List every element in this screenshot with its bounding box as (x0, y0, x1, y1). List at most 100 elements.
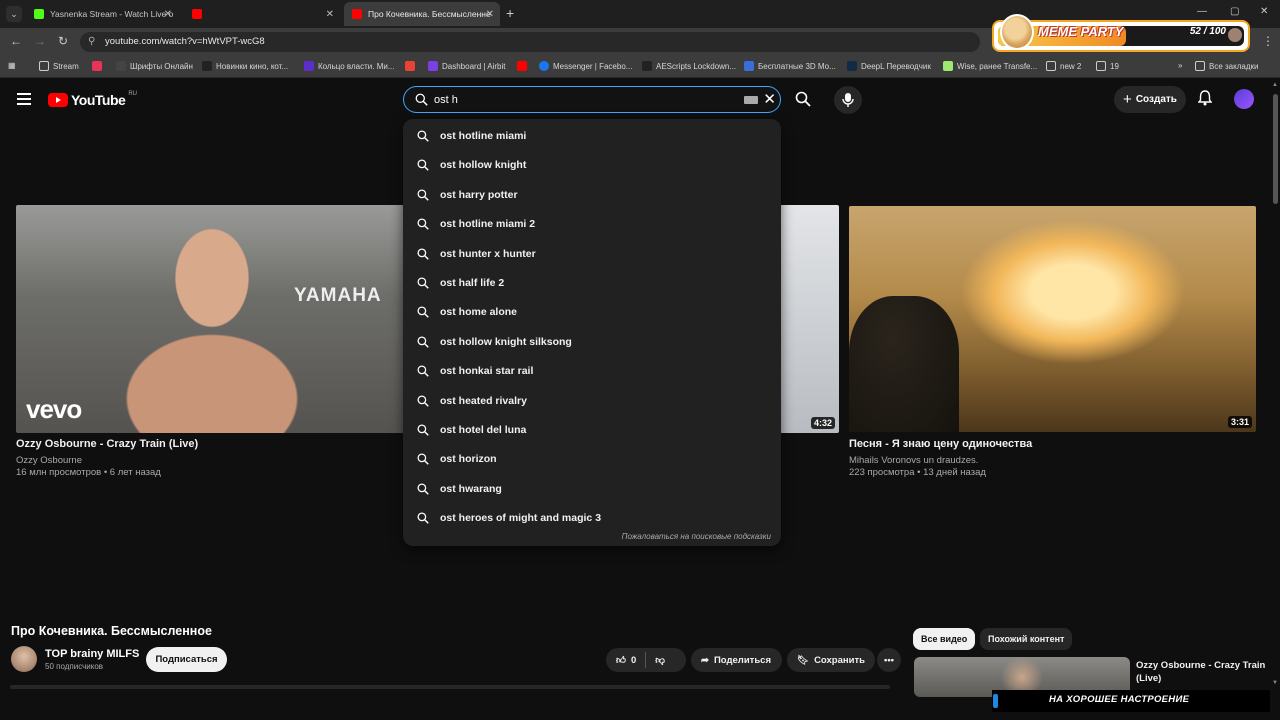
bookmark-fonts[interactable]: Шрифты Онлайн (116, 61, 193, 71)
close-icon[interactable]: ✕ (486, 9, 494, 20)
search-icon (417, 483, 429, 495)
video-thumbnail[interactable]: 3:31 (849, 206, 1256, 432)
folder-icon (1096, 61, 1106, 71)
search-suggestion[interactable]: ost hotel del luna (403, 415, 781, 444)
search-suggestion[interactable]: ost half life 2 (403, 268, 781, 297)
bookmark-gmail[interactable] (405, 61, 415, 71)
channel-name[interactable]: TOP brainy MILFS (45, 648, 139, 660)
report-suggestions-link[interactable]: Пожаловаться на поисковые подсказки (622, 532, 771, 541)
bookmark-youtube[interactable] (517, 61, 527, 71)
search-suggestion[interactable]: ost harry potter (403, 180, 781, 209)
page-scrollbar[interactable]: ▲ ▼ (1270, 80, 1280, 690)
bookmark-label: Шрифты Онлайн (130, 61, 193, 71)
tab-youtube-2[interactable]: ✕ (184, 2, 340, 26)
search-button[interactable] (788, 86, 818, 113)
bookmark-deepl[interactable]: DeepL Переводчик (847, 61, 931, 71)
more-actions-button[interactable]: ••• (877, 648, 901, 672)
kick-icon (34, 9, 44, 19)
bookmark-messenger[interactable]: Messenger | Facebo... (539, 61, 632, 71)
forward-icon[interactable]: → (34, 34, 46, 48)
scroll-up-icon[interactable]: ▲ (1272, 82, 1278, 88)
film-icon (202, 61, 212, 71)
bookmark-wise[interactable]: Wise, ранее Transfe... (943, 61, 1037, 71)
reload-icon[interactable]: ↻ (58, 34, 68, 48)
region-code: RU (128, 91, 137, 97)
bookmark-3d[interactable]: Бесплатные 3D Мо... (744, 61, 836, 71)
tab-kick-stream[interactable]: Yasnenka Stream - Watch Live o ✕ (26, 2, 178, 26)
browser-menu-icon[interactable]: ⋮ (1262, 34, 1274, 48)
thumbs-down-icon[interactable]: 👎︎ (655, 654, 665, 666)
chip-related[interactable]: Похожий контент (980, 628, 1073, 650)
notifications-button[interactable] (1197, 90, 1213, 111)
search-suggestion[interactable]: ost hunter x hunter (403, 239, 781, 268)
search-suggestion[interactable]: ost heroes of might and magic 3 (403, 503, 781, 532)
apps-icon[interactable]: ▦ (8, 61, 16, 70)
subscribe-button[interactable]: Подписаться (146, 647, 227, 672)
scrollbar-thumb[interactable] (1273, 94, 1278, 204)
video-thumbnail[interactable]: 4:32 (780, 205, 839, 433)
video-title[interactable]: Ozzy Osbourne - Crazy Train (Live) (16, 438, 198, 450)
search-icon (417, 248, 429, 260)
video-title[interactable]: Песня - Я знаю цену одиночества (849, 438, 1032, 450)
minimize-icon[interactable]: — (1197, 6, 1207, 17)
voice-search-button[interactable] (834, 86, 862, 114)
recommended-title[interactable]: Ozzy Osbourne - Crazy Train (Live) (1136, 659, 1266, 685)
back-icon[interactable]: ← (10, 34, 22, 48)
youtube-logo[interactable]: YouTube RU (48, 91, 137, 108)
search-suggestion[interactable]: ost hollow knight silksong (403, 327, 781, 356)
keyboard-icon[interactable] (744, 96, 758, 104)
search-suggestion[interactable]: ost hollow knight (403, 150, 781, 179)
chip-all-videos[interactable]: Все видео (913, 628, 976, 650)
tab-search-button[interactable]: ⌄ (6, 6, 22, 22)
channel-avatar[interactable] (11, 646, 37, 672)
wise-icon (943, 61, 953, 71)
bookmark-rings[interactable]: Кольцо власти. Ми... (304, 61, 395, 71)
bookmark-airbit[interactable]: Dashboard | Airbit (428, 61, 505, 71)
search-suggestion[interactable]: ost heated rivalry (403, 386, 781, 415)
bookmark-folder-19[interactable]: 19 (1096, 61, 1119, 71)
address-bar[interactable]: ⚲ youtube.com/watch?v=hWtVPT-wcG8 (80, 32, 980, 52)
bookmark-aescripts[interactable]: AEScripts Lockdown... (642, 61, 736, 71)
account-avatar[interactable] (1234, 89, 1254, 109)
bookmark-label: DeepL Переводчик (861, 61, 931, 71)
all-bookmarks[interactable]: Все закладки (1195, 61, 1258, 71)
close-window-icon[interactable]: ✕ (1260, 6, 1268, 17)
save-button[interactable]: 🔖︎ Сохранить (787, 648, 875, 672)
search-suggestion[interactable]: ost hotline miami 2 (403, 209, 781, 238)
bookmark-folder-new2[interactable]: new 2 (1046, 61, 1081, 71)
search-box[interactable]: ✕ (403, 86, 781, 113)
video-channel[interactable]: Ozzy Osbourne (16, 455, 82, 466)
share-button[interactable]: ➦ Поделиться (691, 648, 782, 672)
scroll-down-icon[interactable]: ▼ (1272, 680, 1278, 686)
video-thumbnail[interactable]: YAMAHA vevo (16, 205, 408, 433)
search-suggestion[interactable]: ost hwarang (403, 474, 781, 503)
search-suggestion[interactable]: ost horizon (403, 444, 781, 473)
bookmark-mailru[interactable] (92, 61, 102, 71)
search-suggestion[interactable]: ost hotline miami (403, 121, 781, 150)
search-suggestion[interactable]: ost honkai star rail (403, 356, 781, 385)
bookmark-label: Dashboard | Airbit (442, 61, 506, 71)
tab-current-video[interactable]: Про Кочевника. Бессмыслeнне ✕ (344, 2, 500, 26)
thumbs-up-icon[interactable]: 👍︎ (616, 654, 626, 666)
search-suggestions-dropdown: ost hotline miami ost hollow knight ost ha… (403, 119, 781, 546)
bookmark-movies[interactable]: Новинки кино, кот... (202, 61, 288, 71)
video-channel[interactable]: Mihails Voronovs un draudzes. (849, 455, 978, 466)
clear-search-icon[interactable]: ✕ (763, 90, 776, 108)
bookmark-label: Бесплатные 3D Мо... (758, 61, 836, 71)
create-button[interactable]: + Создать (1114, 86, 1186, 113)
search-input[interactable] (434, 92, 734, 108)
new-tab-button[interactable]: + (506, 5, 514, 21)
close-icon[interactable]: ✕ (164, 9, 172, 20)
youtube-play-icon (48, 93, 68, 107)
bookmark-stream[interactable]: Stream (39, 61, 79, 71)
search-suggestion[interactable]: ost home alone (403, 297, 781, 326)
suggestion-text: ost hollow knight (440, 159, 527, 172)
close-icon[interactable]: ✕ (326, 9, 334, 20)
more-bookmarks-icon[interactable]: » (1178, 61, 1182, 70)
site-info-icon[interactable]: ⚲ (88, 36, 95, 47)
menu-icon[interactable] (17, 93, 31, 105)
suggestion-text: ost hunter x hunter (440, 247, 536, 260)
microphone-icon (842, 93, 854, 107)
current-video-title: Про Кочевника. Бессмысленное (11, 624, 212, 638)
maximize-icon[interactable]: ▢ (1230, 6, 1239, 17)
